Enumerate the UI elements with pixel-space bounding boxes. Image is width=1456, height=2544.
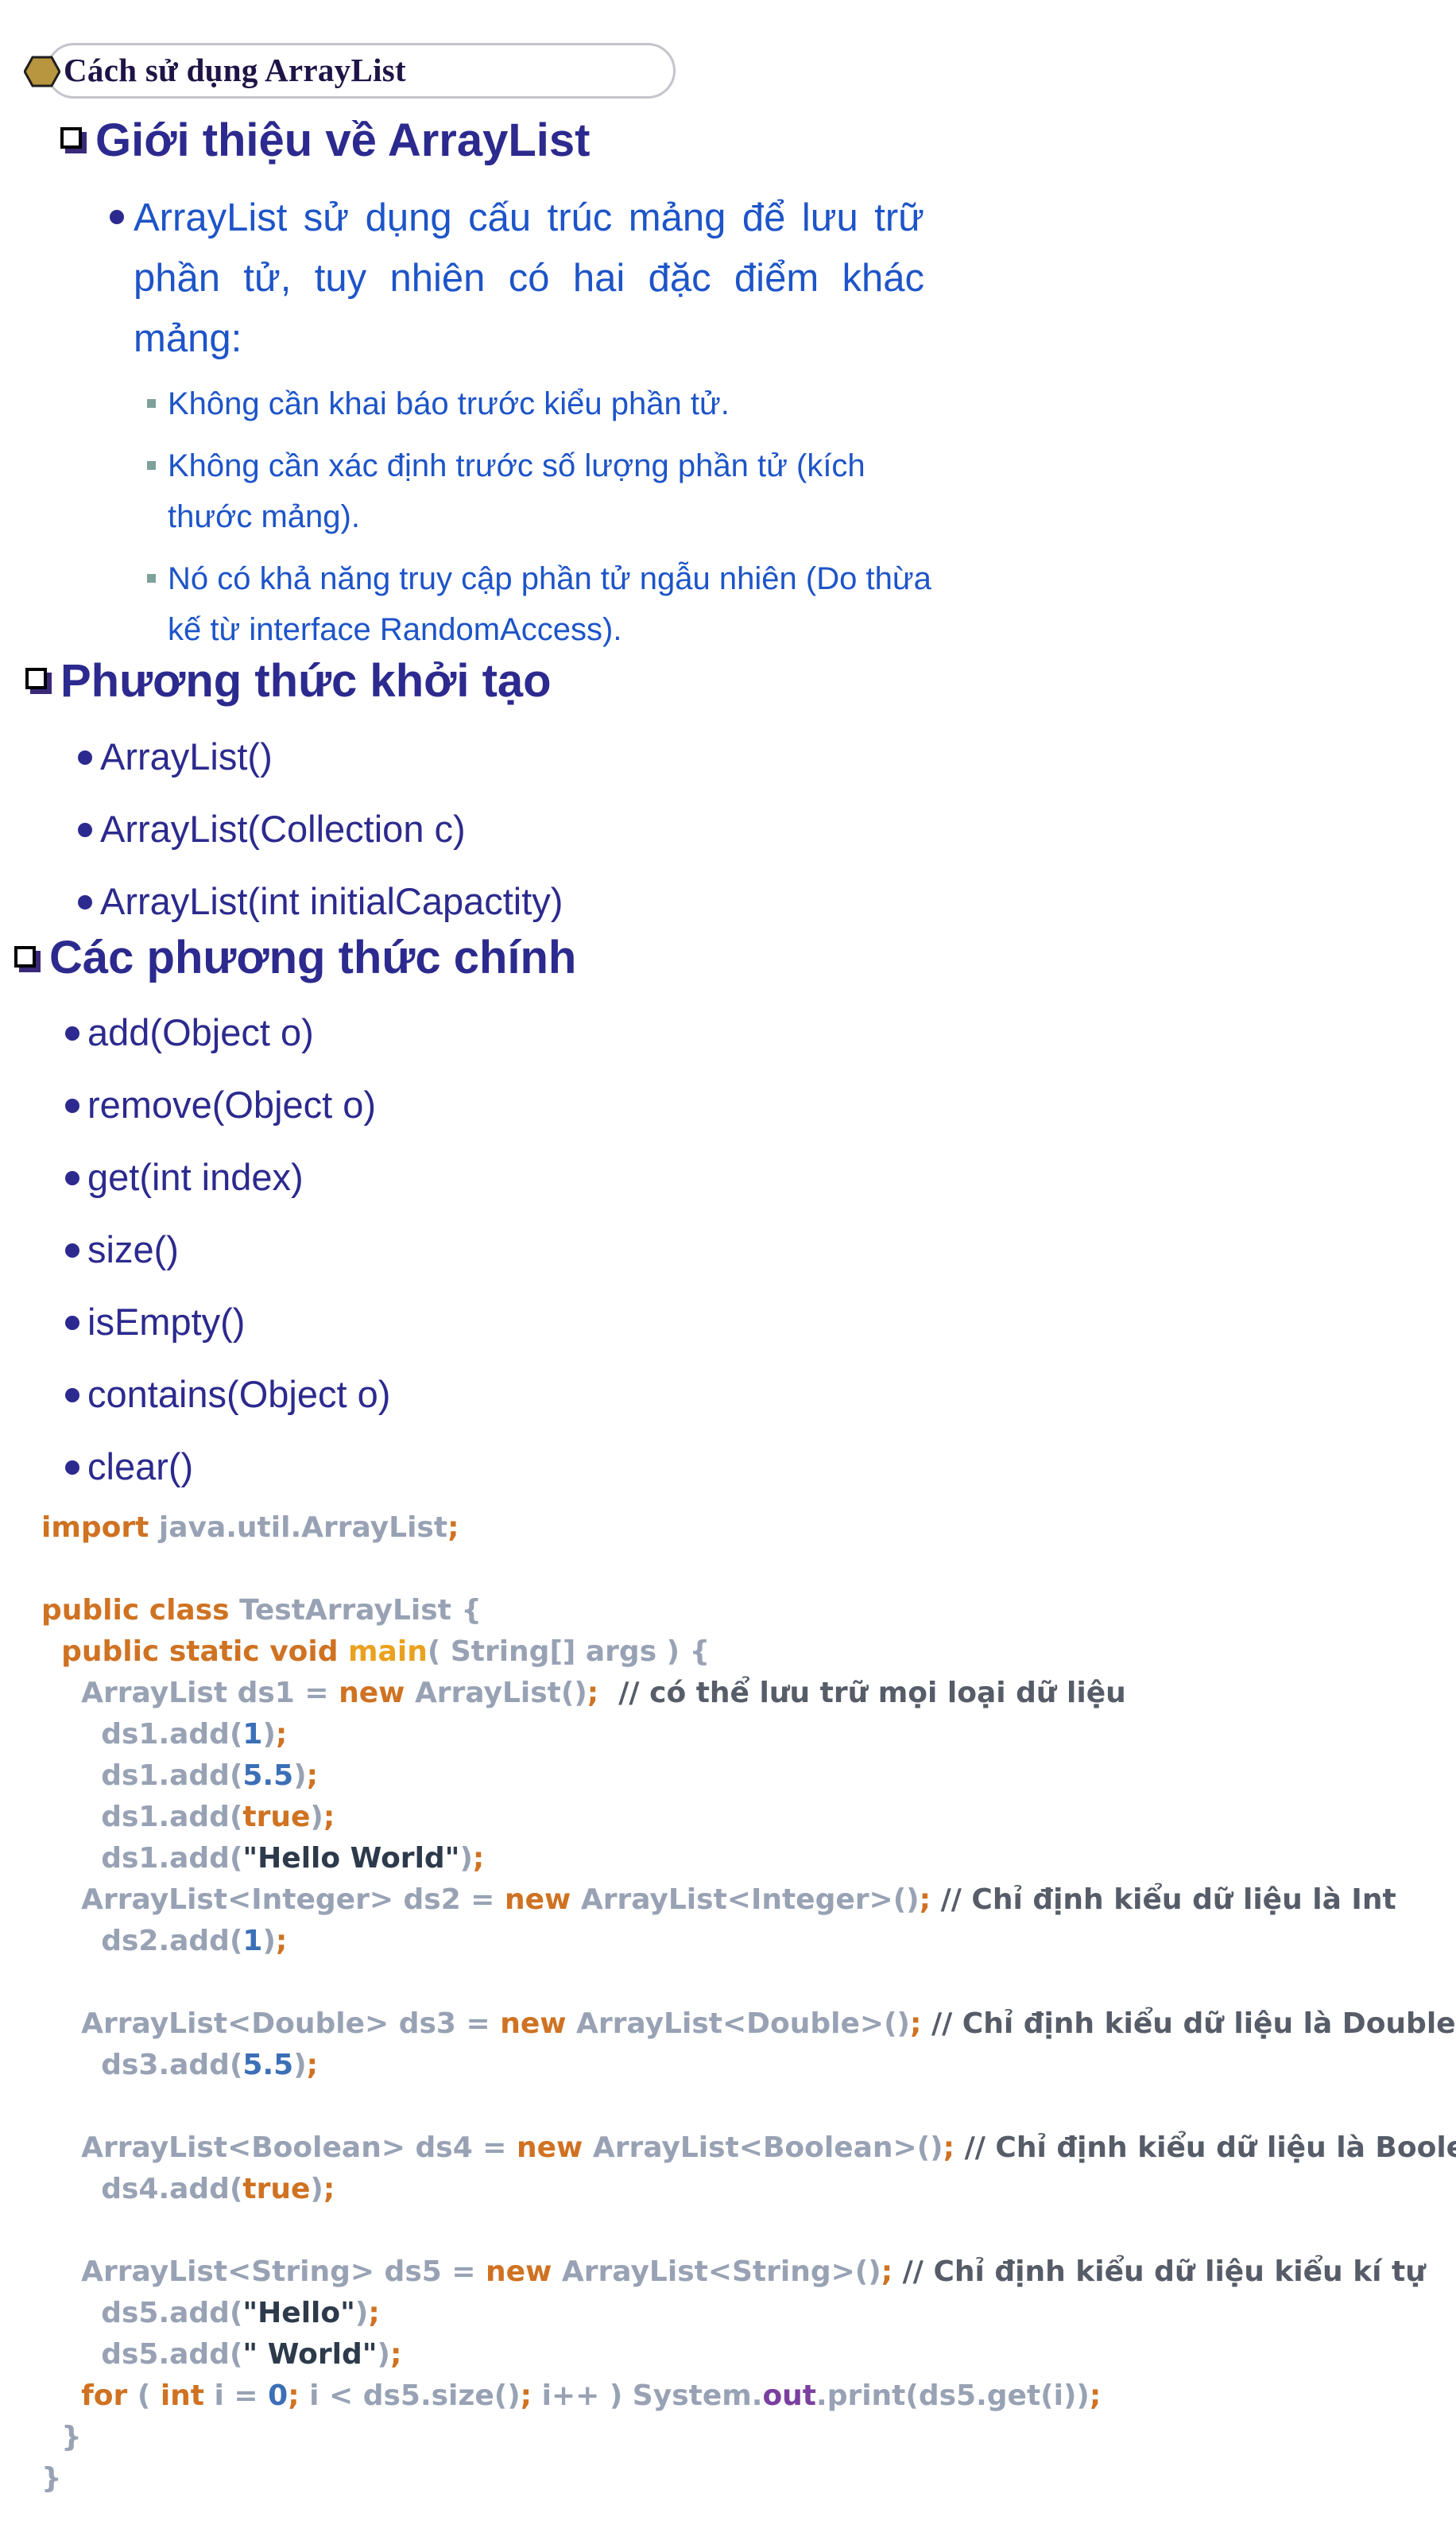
checkbox-bullet-icon [25, 668, 47, 689]
code-listing: import java.util.ArrayList; public class… [41, 1507, 1456, 2499]
section-title: Cách sử dụng ArrayList [64, 52, 407, 88]
intro-point: Không cần xác định trước số lượng phần t… [147, 440, 935, 542]
constructor-item-text: ArrayList(int initialCapactity) [100, 880, 563, 922]
code-line: ds5.add(" World"); [41, 2338, 402, 2371]
constructors-heading: Phương thức khởi tạo [60, 655, 552, 707]
code-line: ArrayList<Double> ds3 = new ArrayList<Do… [41, 2007, 1456, 2040]
method-item-text: remove(Object o) [87, 1084, 377, 1126]
code-line: ds1.add(1); [41, 1718, 288, 1751]
method-item-text: add(Object o) [87, 1011, 314, 1053]
intro-point-text: Nó có khả năng truy cập phần tử ngẫu nhi… [168, 561, 931, 647]
method-item-text: get(int index) [87, 1156, 304, 1198]
code-line: public static void main( String[] args )… [61, 1635, 711, 1668]
bullet-dot-icon [65, 1099, 79, 1113]
square-bullet-icon [147, 574, 156, 583]
method-item: isEmpty() [65, 1301, 246, 1343]
intro-point-text: Không cần xác định trước số lượng phần t… [168, 448, 865, 534]
bullet-dot-icon [65, 1316, 79, 1330]
bullet-dot-icon [65, 1026, 79, 1041]
checkbox-bullet-icon [60, 127, 82, 149]
bullet-dot-icon [65, 1460, 79, 1475]
method-item-text: clear() [87, 1445, 194, 1487]
intro-point: Nó có khả năng truy cập phần tử ngẫu nhi… [147, 553, 935, 655]
code-line: ds4.add(true); [41, 2173, 335, 2205]
code-line: ds5.add("Hello"); [41, 2297, 380, 2329]
method-item-text: size() [87, 1228, 179, 1270]
code-line: ArrayList<Integer> ds2 = new ArrayList<I… [41, 1883, 1396, 1916]
square-bullet-icon [147, 461, 156, 470]
code-line: ds1.add(true); [41, 1801, 335, 1833]
code-line: ds1.add(5.5); [41, 1759, 319, 1792]
constructor-item-text: ArrayList(Collection c) [100, 808, 466, 850]
method-item: clear() [65, 1445, 194, 1487]
code-line: ds1.add("Hello World"); [41, 1842, 485, 1875]
code-line: public class TestArrayList { [41, 1594, 482, 1627]
method-item: size() [65, 1228, 179, 1270]
code-line: for ( int i = 0; i < ds5.size(); i++ ) S… [81, 2379, 1102, 2412]
intro-point-text: Không cần khai báo trước kiểu phần tử. [168, 386, 730, 421]
method-item: contains(Object o) [65, 1373, 391, 1415]
code-line: import java.util.ArrayList; [41, 1511, 459, 1544]
bullet-dot-icon [78, 823, 92, 837]
constructor-item: ArrayList(int initialCapactity) [78, 880, 563, 922]
code-line: } [41, 2421, 82, 2453]
constructor-item: ArrayList(Collection c) [78, 808, 466, 850]
method-item: add(Object o) [65, 1011, 314, 1053]
intro-paragraph: ArrayList sử dụng cấu trúc mảng để lưu t… [110, 188, 924, 369]
square-bullet-icon [147, 399, 156, 408]
method-item: remove(Object o) [65, 1084, 377, 1126]
method-item: get(int index) [65, 1156, 304, 1198]
intro-paragraph-text: ArrayList sử dụng cấu trúc mảng để lưu t… [134, 196, 924, 360]
method-item-text: contains(Object o) [87, 1373, 391, 1415]
code-line: ArrayList<String> ds5 = new ArrayList<St… [41, 2255, 1426, 2288]
intro-heading: Giới thiệu về ArrayList [95, 114, 591, 166]
methods-heading: Các phương thức chính [49, 932, 577, 983]
bullet-dot-icon [110, 210, 124, 224]
code-line: ArrayList<Boolean> ds4 = new ArrayList<B… [41, 2131, 1456, 2164]
constructor-item: ArrayList() [78, 735, 273, 778]
code-line: ds3.add(5.5); [41, 2049, 319, 2081]
code-line: } [41, 2462, 62, 2495]
hexagon-icon [24, 56, 60, 87]
method-item-text: isEmpty() [87, 1301, 246, 1343]
intro-point: Không cần khai báo trước kiểu phần tử. [147, 378, 935, 429]
bullet-dot-icon [78, 750, 92, 765]
code-line: ArrayList ds1 = new ArrayList(); // có t… [41, 1677, 1126, 1709]
bullet-dot-icon [65, 1243, 79, 1258]
constructor-item-text: ArrayList() [100, 735, 273, 778]
bullet-dot-icon [78, 895, 92, 909]
checkbox-bullet-icon [14, 946, 36, 968]
bullet-dot-icon [65, 1171, 79, 1185]
code-line: ds2.add(1); [41, 1925, 288, 1957]
bullet-dot-icon [65, 1388, 79, 1402]
